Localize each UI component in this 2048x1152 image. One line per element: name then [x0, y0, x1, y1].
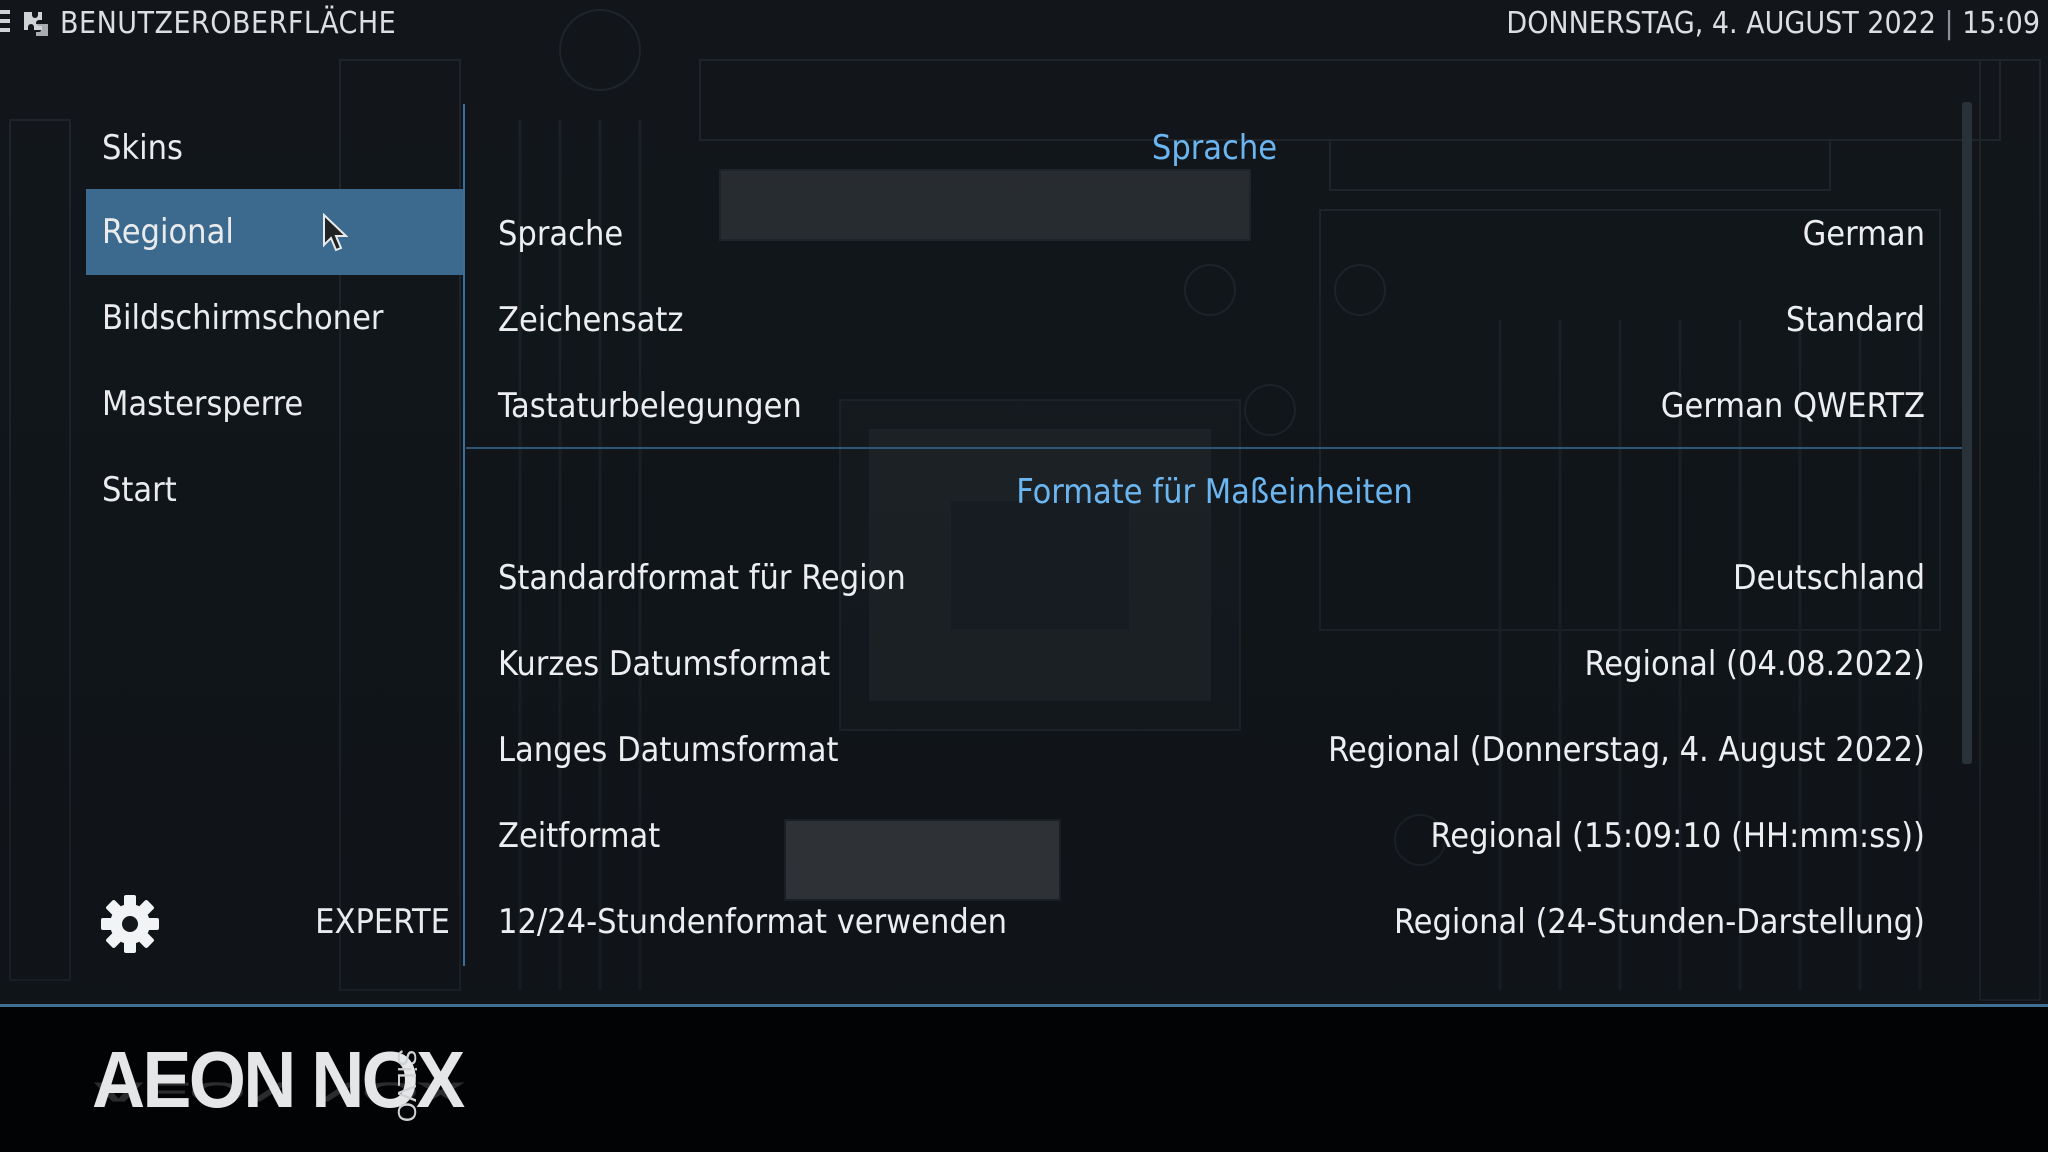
sidebar-item-regional[interactable]: Regional	[86, 189, 465, 275]
setting-label: Sprache	[498, 214, 624, 254]
list-scrollbar[interactable]	[1962, 102, 1972, 764]
sidebar-item-skins[interactable]: Skins	[86, 105, 465, 191]
setting-row-charset[interactable]: Zeichensatz Standard	[466, 277, 1963, 363]
date-label: DONNERSTAG, 4. AUGUST 2022	[1506, 6, 1936, 41]
setting-value: German	[1802, 214, 1925, 254]
setting-label: Zeichensatz	[498, 300, 684, 340]
setting-row-keyboard-layouts[interactable]: Tastaturbelegungen German QWERTZ	[466, 363, 1963, 449]
setting-value: Standard	[1785, 300, 1925, 340]
top-bar: BENUTZEROBERFLÄCHE DONNERSTAG, 4. AUGUST…	[0, 0, 2048, 48]
setting-label: Zeitformat	[498, 816, 661, 856]
setting-value: Regional (24-Stunden-Darstellung)	[1393, 902, 1925, 942]
sidebar-item-master-lock[interactable]: Mastersperre	[86, 361, 465, 447]
setting-label: Kurzes Datumsformat	[498, 644, 831, 684]
sidebar-divider	[463, 104, 465, 966]
setting-label: Langes Datumsformat	[498, 730, 839, 770]
setting-value: Regional (15:09:10 (HH:mm:ss))	[1430, 816, 1925, 856]
sidebar-item-start[interactable]: Start	[86, 447, 465, 533]
setting-row-12-24-hour-format[interactable]: 12/24-Stundenformat verwenden Regional (…	[466, 879, 1963, 965]
setting-value: Regional (04.08.2022)	[1584, 644, 1925, 684]
setting-row-time-format[interactable]: Zeitformat Regional (15:09:10 (HH:mm:ss)…	[466, 793, 1963, 879]
mouse-cursor-icon	[323, 213, 348, 252]
setting-value: Regional (Donnerstag, 4. August 2022)	[1328, 730, 1925, 770]
expert-level-button[interactable]: EXPERTE	[290, 902, 450, 942]
setting-value: German QWERTZ	[1660, 386, 1925, 426]
date-time-separator: |	[1944, 6, 1954, 41]
setting-value: Deutschland	[1733, 558, 1925, 598]
settings-list: Sprache Sprache German Zeichensatz Stand…	[466, 105, 1963, 967]
category-sidebar: Skins Regional Bildschirmschoner Masters…	[86, 105, 465, 967]
setting-row-region-default[interactable]: Standardformat für Region Deutschland	[466, 535, 1963, 621]
logo-subtitle: SiLVO	[392, 1049, 422, 1123]
sidebar-item-screensaver[interactable]: Bildschirmschoner	[86, 275, 465, 361]
setting-row-long-date-format[interactable]: Langes Datumsformat Regional (Donnerstag…	[466, 707, 1963, 793]
setting-row-language[interactable]: Sprache German	[466, 191, 1963, 277]
date-time-display: DONNERSTAG, 4. AUGUST 2022 | 15:09	[1506, 6, 2040, 41]
group-heading-unit-formats: Formate für Maßeinheiten	[1016, 472, 1413, 512]
setting-row-short-date-format[interactable]: Kurzes Datumsformat Regional (04.08.2022…	[466, 621, 1963, 707]
setting-label: Tastaturbelegungen	[498, 386, 802, 426]
setting-label: Standardformat für Region	[498, 558, 906, 598]
section-title: BENUTZEROBERFLÄCHE	[60, 6, 397, 41]
gear-icon[interactable]	[100, 894, 160, 954]
puzzle-icon	[24, 12, 48, 36]
menu-icon[interactable]	[0, 10, 10, 36]
time-label: 15:09	[1962, 6, 2040, 41]
setting-label: 12/24-Stundenformat verwenden	[498, 902, 1008, 942]
group-heading-language: Sprache	[1151, 128, 1278, 168]
